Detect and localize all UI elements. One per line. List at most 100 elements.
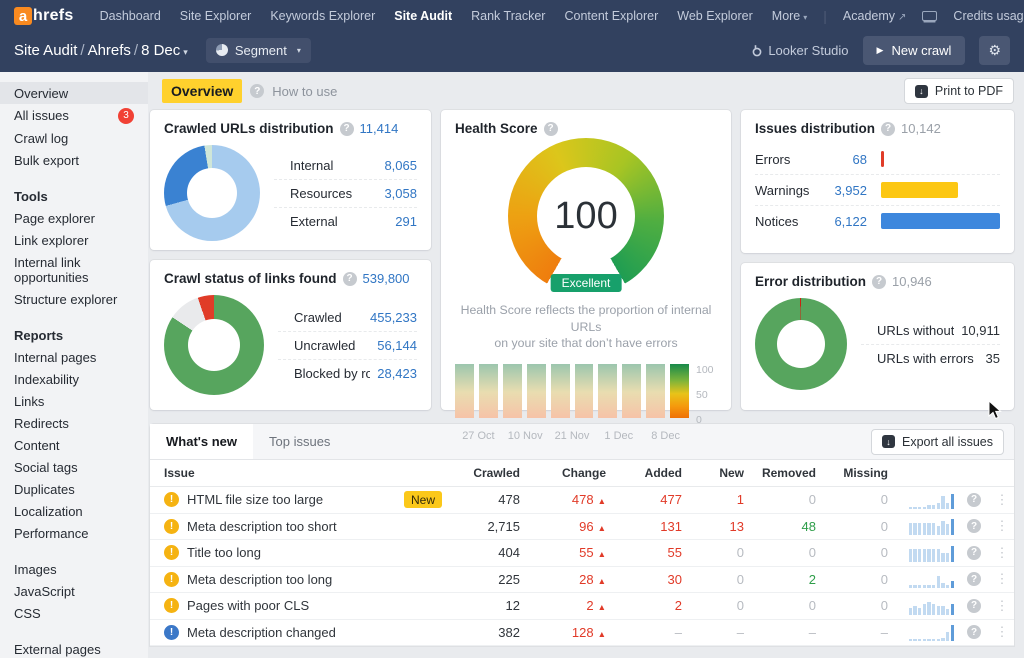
legend-value-link[interactable]: 3,058	[384, 186, 417, 201]
export-all-issues-button[interactable]: ↓Export all issues	[871, 429, 1004, 455]
kebab-menu-icon[interactable]: ⋮	[990, 518, 1014, 534]
sidebar-item[interactable]: CSS	[0, 602, 148, 624]
sidebar-item[interactable]: Structure explorer	[0, 288, 148, 310]
col-header-issue[interactable]: Issue	[150, 466, 448, 480]
sidebar-item[interactable]: Internal link opportunities	[0, 251, 148, 288]
sidebar-item[interactable]: External pages	[0, 638, 148, 658]
sidebar-item[interactable]: Performance	[0, 522, 148, 544]
print-to-pdf-button[interactable]: ↓Print to PDF	[904, 78, 1014, 104]
kebab-menu-icon[interactable]: ⋮	[990, 598, 1014, 614]
segment-button[interactable]: Segment ▾	[206, 38, 311, 63]
col-header-crawled[interactable]: Crawled	[448, 466, 520, 480]
legend-value-link[interactable]: 28,423	[377, 366, 417, 381]
looker-studio-link[interactable]: Looker Studio	[751, 43, 848, 58]
sidebar-item[interactable]: Bulk export	[0, 149, 148, 171]
device-icon[interactable]	[922, 11, 937, 21]
sidebar-item[interactable]: Images	[0, 558, 148, 580]
issue-label[interactable]: HTML file size too large	[187, 492, 323, 507]
col-header-removed[interactable]: Removed	[744, 466, 816, 480]
sidebar-item[interactable]: Crawl log	[0, 127, 148, 149]
nav-item[interactable]: Keywords Explorer	[270, 9, 378, 23]
crawled-urls-donut-chart[interactable]	[164, 145, 260, 241]
sidebar-item[interactable]: Overview	[0, 82, 148, 104]
nav-item[interactable]: Dashboard	[100, 9, 164, 23]
issues-bar[interactable]	[881, 182, 958, 198]
issue-label[interactable]: Meta description changed	[187, 625, 336, 640]
help-icon[interactable]: ?	[343, 272, 357, 286]
table-row[interactable]: ! Meta description too short 2,715 96▲ 1…	[150, 514, 1014, 541]
issue-sparkline-chart[interactable]	[909, 491, 954, 509]
health-score-history-chart[interactable]: 100 50 0	[455, 364, 717, 426]
new-crawl-button[interactable]: ▶New crawl	[863, 36, 966, 65]
breadcrumb-site-audit[interactable]: Site Audit	[14, 42, 77, 59]
help-icon[interactable]: ?	[967, 519, 981, 533]
kebab-menu-icon[interactable]: ⋮	[990, 624, 1014, 640]
sidebar-item[interactable]: Social tags	[0, 456, 148, 478]
sidebar-item[interactable]: Links	[0, 390, 148, 412]
error-distribution-donut-chart[interactable]	[755, 298, 847, 390]
credits-usage-menu[interactable]: Credits usage▾	[953, 9, 1024, 23]
legend-value-link[interactable]: 291	[395, 214, 417, 229]
card-total-link[interactable]: 11,414	[360, 121, 399, 136]
crawl-date-selector[interactable]: 8 Dec	[141, 42, 180, 59]
breadcrumb-project[interactable]: Ahrefs	[88, 42, 131, 59]
sidebar-item[interactable]: Localization	[0, 500, 148, 522]
kebab-menu-icon[interactable]: ⋮	[990, 545, 1014, 561]
sidebar-item[interactable]: Internal pages	[0, 346, 148, 368]
help-icon[interactable]: ?	[967, 625, 981, 639]
issue-sparkline-chart[interactable]	[909, 544, 954, 562]
tab-whats-new[interactable]: What's new	[150, 424, 253, 459]
col-header-added[interactable]: Added	[606, 466, 682, 480]
issue-sparkline-chart[interactable]	[909, 570, 954, 588]
issues-value-link[interactable]: 68	[821, 152, 867, 167]
issue-label[interactable]: Meta description too short	[187, 519, 337, 534]
sidebar-item[interactable]: JavaScript	[0, 580, 148, 602]
issue-label[interactable]: Title too long	[187, 545, 261, 560]
card-total-link[interactable]: 539,800	[363, 271, 410, 286]
help-icon[interactable]: ?	[250, 84, 264, 98]
legend-value-link[interactable]: 56,144	[377, 338, 417, 353]
table-row[interactable]: ! HTML file size too large New 478 478▲ …	[150, 487, 1014, 514]
sidebar-item[interactable]: Link explorer	[0, 229, 148, 251]
nav-item[interactable]: More▾	[772, 9, 808, 23]
issue-label[interactable]: Meta description too long	[187, 572, 332, 587]
table-row[interactable]: ! Pages with poor CLS 12 2▲ 2 0 0 0 ? ⋮	[150, 593, 1014, 620]
legend-value-link[interactable]: 455,233	[370, 310, 417, 325]
help-icon[interactable]: ?	[881, 122, 895, 136]
issue-sparkline-chart[interactable]	[909, 597, 954, 615]
issue-sparkline-chart[interactable]	[909, 623, 954, 641]
how-to-use-link[interactable]: How to use	[272, 84, 337, 99]
sidebar-item[interactable]: Tools	[0, 185, 148, 207]
issue-label[interactable]: Pages with poor CLS	[187, 598, 309, 613]
sidebar-item[interactable]: Redirects	[0, 412, 148, 434]
nav-item[interactable]: Site Explorer	[180, 9, 255, 23]
settings-gear-button[interactable]: ⚙	[979, 36, 1010, 65]
issues-value-link[interactable]: 3,952	[821, 183, 867, 198]
ahrefs-logo[interactable]: a hrefs	[14, 7, 74, 25]
nav-item[interactable]: Content Explorer	[564, 9, 661, 23]
col-header-change[interactable]: Change	[520, 466, 606, 480]
legend-value-link[interactable]: 8,065	[384, 158, 417, 173]
nav-item[interactable]: Web Explorer	[677, 9, 756, 23]
sidebar-item[interactable]: Duplicates	[0, 478, 148, 500]
sidebar-item[interactable]: Content	[0, 434, 148, 456]
table-row[interactable]: ! Title too long 404 55▲ 55 0 0 0 ? ⋮	[150, 540, 1014, 567]
help-icon[interactable]: ?	[340, 122, 354, 136]
nav-item[interactable]: Rank Tracker	[471, 9, 548, 23]
issue-sparkline-chart[interactable]	[909, 517, 954, 535]
kebab-menu-icon[interactable]: ⋮	[990, 492, 1014, 508]
help-icon[interactable]: ?	[967, 493, 981, 507]
help-icon[interactable]: ?	[967, 546, 981, 560]
issues-bar[interactable]	[881, 151, 884, 167]
col-header-new[interactable]: New	[682, 466, 744, 480]
issues-bar[interactable]	[881, 213, 1000, 229]
sidebar-item[interactable]: Page explorer	[0, 207, 148, 229]
issues-value-link[interactable]: 6,122	[821, 214, 867, 229]
col-header-missing[interactable]: Missing	[816, 466, 888, 480]
help-icon[interactable]: ?	[967, 572, 981, 586]
help-icon[interactable]: ?	[967, 599, 981, 613]
overview-tab[interactable]: Overview	[162, 79, 242, 103]
table-row[interactable]: ! Meta description too long 225 28▲ 30 0…	[150, 567, 1014, 594]
sidebar-item[interactable]: Reports	[0, 324, 148, 346]
help-icon[interactable]: ?	[872, 275, 886, 289]
